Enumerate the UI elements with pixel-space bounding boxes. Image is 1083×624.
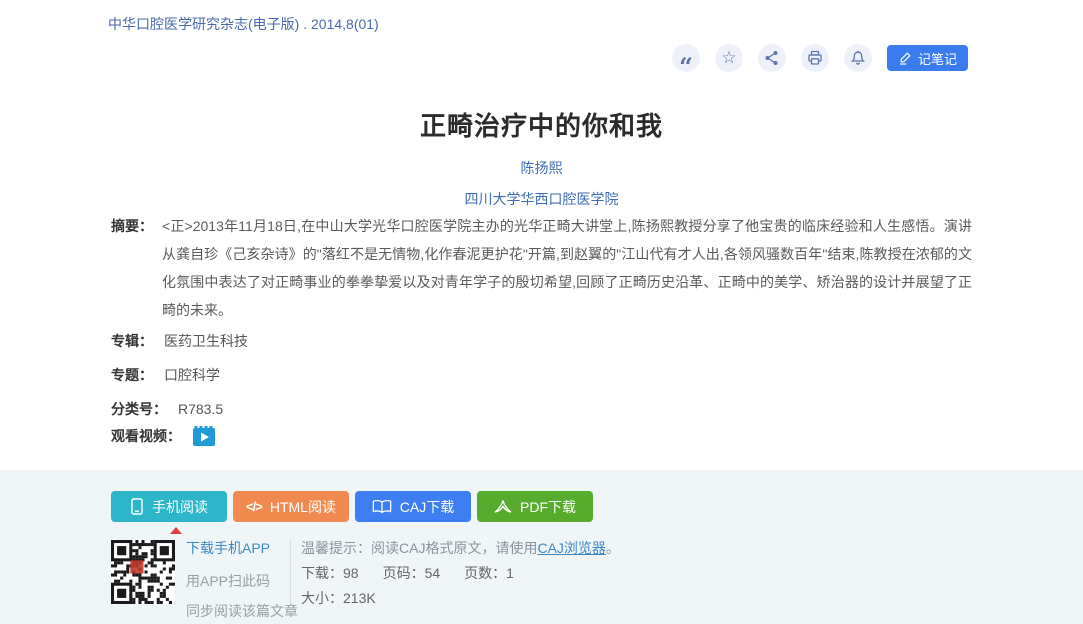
classification-value: R783.5 — [178, 401, 223, 417]
qr-code — [111, 540, 175, 604]
topic-value: 口腔科学 — [164, 365, 220, 385]
take-notes-label: 记笔记 — [918, 49, 957, 68]
watch-video-label: 观看视频： — [111, 426, 181, 446]
download-footer: 手机阅读 </> HTML阅读 CAJ下载 — [0, 470, 1083, 624]
tooltip-arrow — [170, 527, 182, 534]
share-icon — [764, 50, 779, 66]
pdf-download-button[interactable]: PDF下载 — [477, 491, 593, 522]
abstract-text: <正>2013年11月18日,在中山大学光华口腔医学院主办的光华正畸大讲堂上,陈… — [162, 212, 972, 324]
pdf-icon — [494, 499, 512, 515]
html-read-label: HTML阅读 — [270, 497, 336, 517]
phone-icon — [130, 498, 144, 515]
topic-label: 专题： — [111, 365, 153, 385]
favorite-button[interactable]: ☆ — [715, 44, 743, 72]
quote-citation-button[interactable]: “ — [672, 44, 700, 72]
caj-tip: 温馨提示：阅读CAJ格式原文，请使用CAJ浏览器。 — [301, 538, 620, 558]
caj-download-button[interactable]: CAJ下载 — [355, 491, 471, 522]
journal-reference-link[interactable]: 中华口腔医学研究杂志(电子版) . 2014,8(01) — [108, 14, 379, 34]
html-read-button[interactable]: </> HTML阅读 — [233, 491, 349, 522]
vertical-divider — [290, 540, 291, 604]
download-button-row: 手机阅读 </> HTML阅读 CAJ下载 — [111, 491, 593, 522]
album-label: 专辑： — [111, 331, 153, 351]
action-toolbar: “ ☆ — [672, 44, 968, 72]
pencil-icon — [898, 51, 912, 65]
file-size-stat: 大小：213K — [301, 588, 376, 608]
app-sync-hint: 同步阅读该篇文章 — [186, 601, 298, 621]
download-app-link[interactable]: 下载手机APP — [186, 538, 298, 558]
print-icon — [807, 50, 823, 66]
code-icon: </> — [246, 499, 262, 514]
abstract-label: 摘要： — [111, 212, 153, 324]
meta-row-album: 专辑： 医药卫生科技 — [111, 331, 248, 351]
print-button[interactable] — [801, 44, 829, 72]
author-link[interactable]: 陈扬熙 — [0, 158, 1083, 178]
app-info-column: 下载手机APP 用APP扫此码 同步阅读该篇文章 — [186, 538, 298, 624]
mobile-read-label: 手机阅读 — [152, 497, 208, 517]
star-icon: ☆ — [721, 49, 736, 66]
pdf-download-label: PDF下载 — [520, 497, 576, 517]
bell-icon — [850, 50, 866, 66]
book-icon — [372, 499, 392, 514]
app-scan-hint: 用APP扫此码 — [186, 571, 298, 591]
meta-row-classification: 分类号： R783.5 — [111, 399, 223, 419]
meta-row-video: 观看视频： — [111, 425, 217, 447]
article-title: 正畸治疗中的你和我 — [0, 106, 1083, 143]
album-value: 医药卫生科技 — [164, 331, 248, 351]
mobile-read-button[interactable]: 手机阅读 — [111, 491, 227, 522]
alert-button[interactable] — [844, 44, 872, 72]
take-notes-button[interactable]: 记笔记 — [887, 45, 968, 71]
classification-label: 分类号： — [111, 399, 167, 419]
caj-viewer-link[interactable]: CAJ浏览器 — [537, 540, 605, 556]
abstract-section: 摘要： <正>2013年11月18日,在中山大学光华口腔医学院主办的光华正畸大讲… — [111, 212, 972, 324]
page-count-stat: 页数：1 — [464, 563, 514, 583]
article-detail-page: 中华口腔医学研究杂志(电子版) . 2014,8(01) “ ☆ — [0, 0, 1083, 624]
caj-tip-prefix: 温馨提示：阅读CAJ格式原文，请使用 — [301, 540, 537, 556]
downloads-stat: 下载：98 — [301, 563, 359, 583]
meta-row-topic: 专题： 口腔科学 — [111, 365, 220, 385]
play-video-button[interactable] — [192, 425, 217, 447]
share-button[interactable] — [758, 44, 786, 72]
article-stats-row: 下载：98 页码：54 页数：1 — [301, 563, 514, 583]
page-number-stat: 页码：54 — [383, 563, 441, 583]
caj-download-label: CAJ下载 — [400, 497, 454, 517]
caj-tip-suffix: 。 — [606, 540, 620, 556]
affiliation-link[interactable]: 四川大学华西口腔医学院 — [0, 189, 1083, 209]
